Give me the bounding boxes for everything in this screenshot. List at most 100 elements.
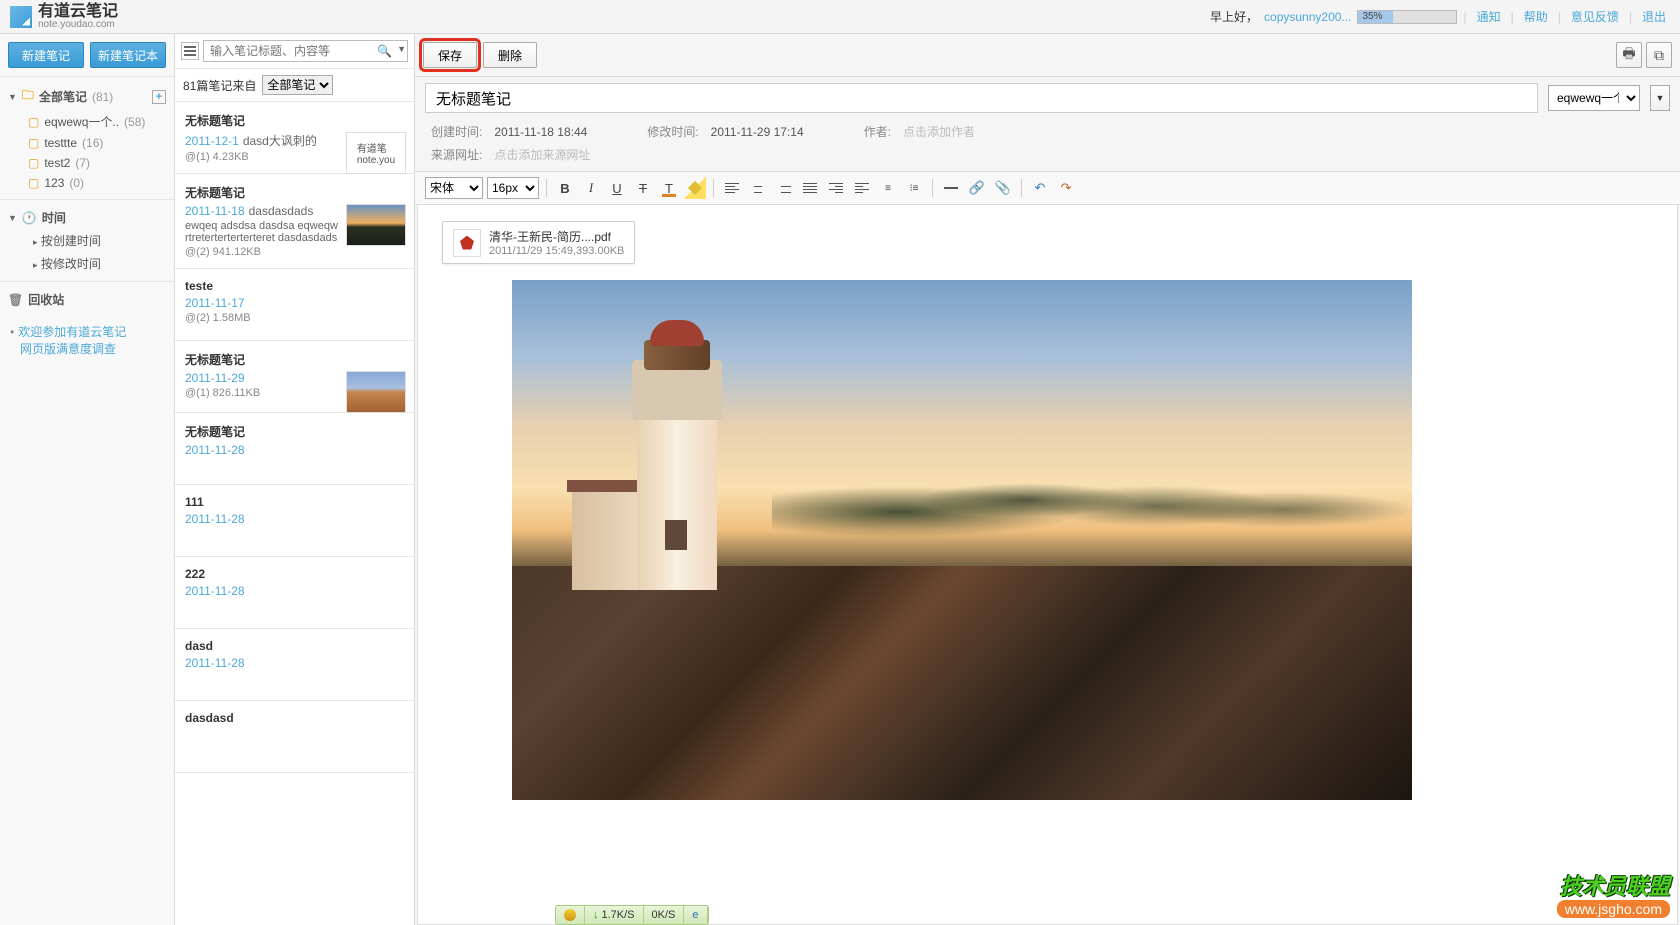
search-icon[interactable]: 🔍 <box>377 44 392 58</box>
link-icon[interactable]: 🔗 <box>966 177 988 199</box>
hr-icon[interactable] <box>940 177 962 199</box>
logo-title: 有道云笔记 <box>38 4 118 20</box>
storage-progress: 35% <box>1357 10 1457 24</box>
align-center-icon[interactable] <box>747 177 769 199</box>
download-bar: ↓1.7K/S 0K/S e <box>555 905 709 925</box>
add-folder-icon[interactable]: + <box>152 90 166 104</box>
align-justify-icon[interactable] <box>799 177 821 199</box>
folder-item[interactable]: ▢123 (0) <box>8 173 166 193</box>
trash-icon: 🗑 <box>8 293 23 307</box>
filter-label: 81篇笔记来自 <box>183 77 256 94</box>
time-header[interactable]: ▼ 🕐 时间 <box>8 206 166 229</box>
align-left-icon[interactable] <box>721 177 743 199</box>
note-item[interactable]: teste 2011-11-17 @(2) 1.58MB <box>175 269 414 341</box>
logo[interactable]: 有道云笔记 note.youdao.com <box>10 4 118 30</box>
watermark: 技术员联盟 www.jsgho.com <box>1557 869 1670 917</box>
delete-button[interactable]: 删除 <box>483 42 537 68</box>
author-label: 作者: <box>864 125 891 139</box>
note-item[interactable]: 无标题笔记 2011-12-1dasd大讽刺的 @(1) 4.23KB 有道笔 … <box>175 102 414 174</box>
modified-label: 修改时间: <box>647 125 698 139</box>
note-title-input[interactable] <box>425 83 1538 113</box>
download-app-icon <box>564 909 576 921</box>
file-icon: ▢ <box>28 156 39 170</box>
notebook-dropdown-icon[interactable]: ▼ <box>1650 85 1670 111</box>
font-select[interactable]: 宋体 <box>425 177 483 199</box>
font-size-select[interactable]: 16px <box>487 177 539 199</box>
author-placeholder[interactable]: 点击添加作者 <box>903 125 975 139</box>
progress-text: 35% <box>1362 11 1382 22</box>
new-note-button[interactable]: 新建笔记 <box>8 42 84 68</box>
folder-item[interactable]: ▢eqwewq一个.. (58) <box>8 110 166 133</box>
underline-icon[interactable]: U <box>606 177 628 199</box>
time-by-create[interactable]: ▸ 按创建时间 <box>8 229 166 252</box>
notes-column: 🔍 ▼ 81篇笔记来自 全部笔记 无标题笔记 2011-12-1dasd大讽刺的… <box>175 34 415 925</box>
folder-item[interactable]: ▢test2 (7) <box>8 153 166 173</box>
collapse-icon: ▼ <box>8 92 17 102</box>
note-item[interactable]: dasd 2011-11-28 <box>175 629 414 701</box>
collapse-icon: ▼ <box>8 213 17 223</box>
unordered-list-icon[interactable]: ⁝≡ <box>903 177 925 199</box>
note-thumbnail: 有道笔 note.you <box>346 132 406 174</box>
source-placeholder[interactable]: 点击添加来源网址 <box>494 148 590 162</box>
logout-link[interactable]: 退出 <box>1642 8 1666 25</box>
browser-icon: e <box>692 909 698 921</box>
attachment-info: 2011/11/29 15:49,393.00KB <box>489 245 624 257</box>
file-icon: ▢ <box>28 136 39 150</box>
note-thumbnail <box>346 371 406 413</box>
search-dropdown-icon[interactable]: ▼ <box>397 44 406 54</box>
note-item[interactable]: 无标题笔记 2011-11-28 <box>175 413 414 485</box>
italic-icon[interactable]: I <box>580 177 602 199</box>
time-by-modify[interactable]: ▸ 按修改时间 <box>8 252 166 275</box>
all-notes-header[interactable]: ▼ 🗀 全部笔记 (81) + <box>8 83 166 110</box>
modified-value: 2011-11-29 17:14 <box>711 125 804 139</box>
print-icon[interactable]: 🖶 <box>1616 42 1642 68</box>
embedded-image <box>512 280 1412 800</box>
save-button[interactable]: 保存 <box>423 42 477 68</box>
feedback-link[interactable]: 意见反馈 <box>1571 8 1619 25</box>
logo-subtitle: note.youdao.com <box>38 20 118 30</box>
editor-column: 保存 删除 🖶 ⧉ eqwewq一个... ▼ 创建时间: 2011-11-18 … <box>415 34 1680 925</box>
ordered-list-icon[interactable]: ≡ <box>877 177 899 199</box>
folder-item[interactable]: ▢testtte (16) <box>8 133 166 153</box>
survey-link[interactable]: •欢迎参加有道云笔记 网页版满意度调查 <box>0 317 174 363</box>
recycle-bin[interactable]: 🗑 回收站 <box>8 288 166 311</box>
note-thumbnail <box>346 204 406 246</box>
editor-body[interactable]: 清华-王新民-简历....pdf 2011/11/29 15:49,393.00… <box>417 205 1678 925</box>
list-view-icon[interactable] <box>181 42 199 60</box>
undo-icon[interactable]: ↶ <box>1029 177 1051 199</box>
note-item[interactable]: 111 2011-11-28 <box>175 485 414 557</box>
attachment-icon[interactable]: 📎 <box>992 177 1014 199</box>
highlight-icon[interactable] <box>684 177 706 199</box>
filter-select[interactable]: 全部笔记 <box>262 75 333 95</box>
note-item[interactable]: 222 2011-11-28 <box>175 557 414 629</box>
popout-icon[interactable]: ⧉ <box>1646 42 1672 68</box>
sidebar: 新建笔记 新建笔记本 ▼ 🗀 全部笔记 (81) + ▢eqwewq一个.. (… <box>0 34 175 925</box>
bold-icon[interactable]: B <box>554 177 576 199</box>
created-label: 创建时间: <box>431 125 482 139</box>
notebook-select[interactable]: eqwewq一个... <box>1548 85 1640 111</box>
attachment-box[interactable]: 清华-王新民-简历....pdf 2011/11/29 15:49,393.00… <box>442 221 635 264</box>
outdent-icon[interactable] <box>851 177 873 199</box>
down-arrow-icon: ↓ <box>593 909 599 921</box>
text-color-icon[interactable]: T <box>658 177 680 199</box>
username-link[interactable]: copysunny200... <box>1264 10 1351 24</box>
strike-icon[interactable]: T <box>632 177 654 199</box>
file-icon: ▢ <box>28 115 39 129</box>
help-link[interactable]: 帮助 <box>1524 8 1548 25</box>
logo-icon <box>10 6 32 28</box>
note-item[interactable]: 无标题笔记 2011-11-29 @(1) 826.11KB <box>175 341 414 413</box>
note-item[interactable]: 无标题笔记 2011-11-18dasdasdads ewqeq adsdsa … <box>175 174 414 269</box>
attachment-filename: 清华-王新民-简历....pdf <box>489 228 624 245</box>
align-right-icon[interactable] <box>773 177 795 199</box>
new-notebook-button[interactable]: 新建笔记本 <box>90 42 166 68</box>
source-label: 来源网址: <box>431 148 482 162</box>
rich-toolbar: 宋体 16px B I U T T ≡ ⁝≡ 🔗 📎 ↶ ↷ <box>415 171 1680 205</box>
note-item[interactable]: dasdasd <box>175 701 414 773</box>
folder-icon: 🗀 <box>22 86 34 107</box>
clock-icon: 🕐 <box>22 211 37 225</box>
redo-icon[interactable]: ↷ <box>1055 177 1077 199</box>
pdf-icon <box>453 229 481 257</box>
indent-icon[interactable] <box>825 177 847 199</box>
created-value: 2011-11-18 18:44 <box>494 125 587 139</box>
notify-link[interactable]: 通知 <box>1477 8 1501 25</box>
